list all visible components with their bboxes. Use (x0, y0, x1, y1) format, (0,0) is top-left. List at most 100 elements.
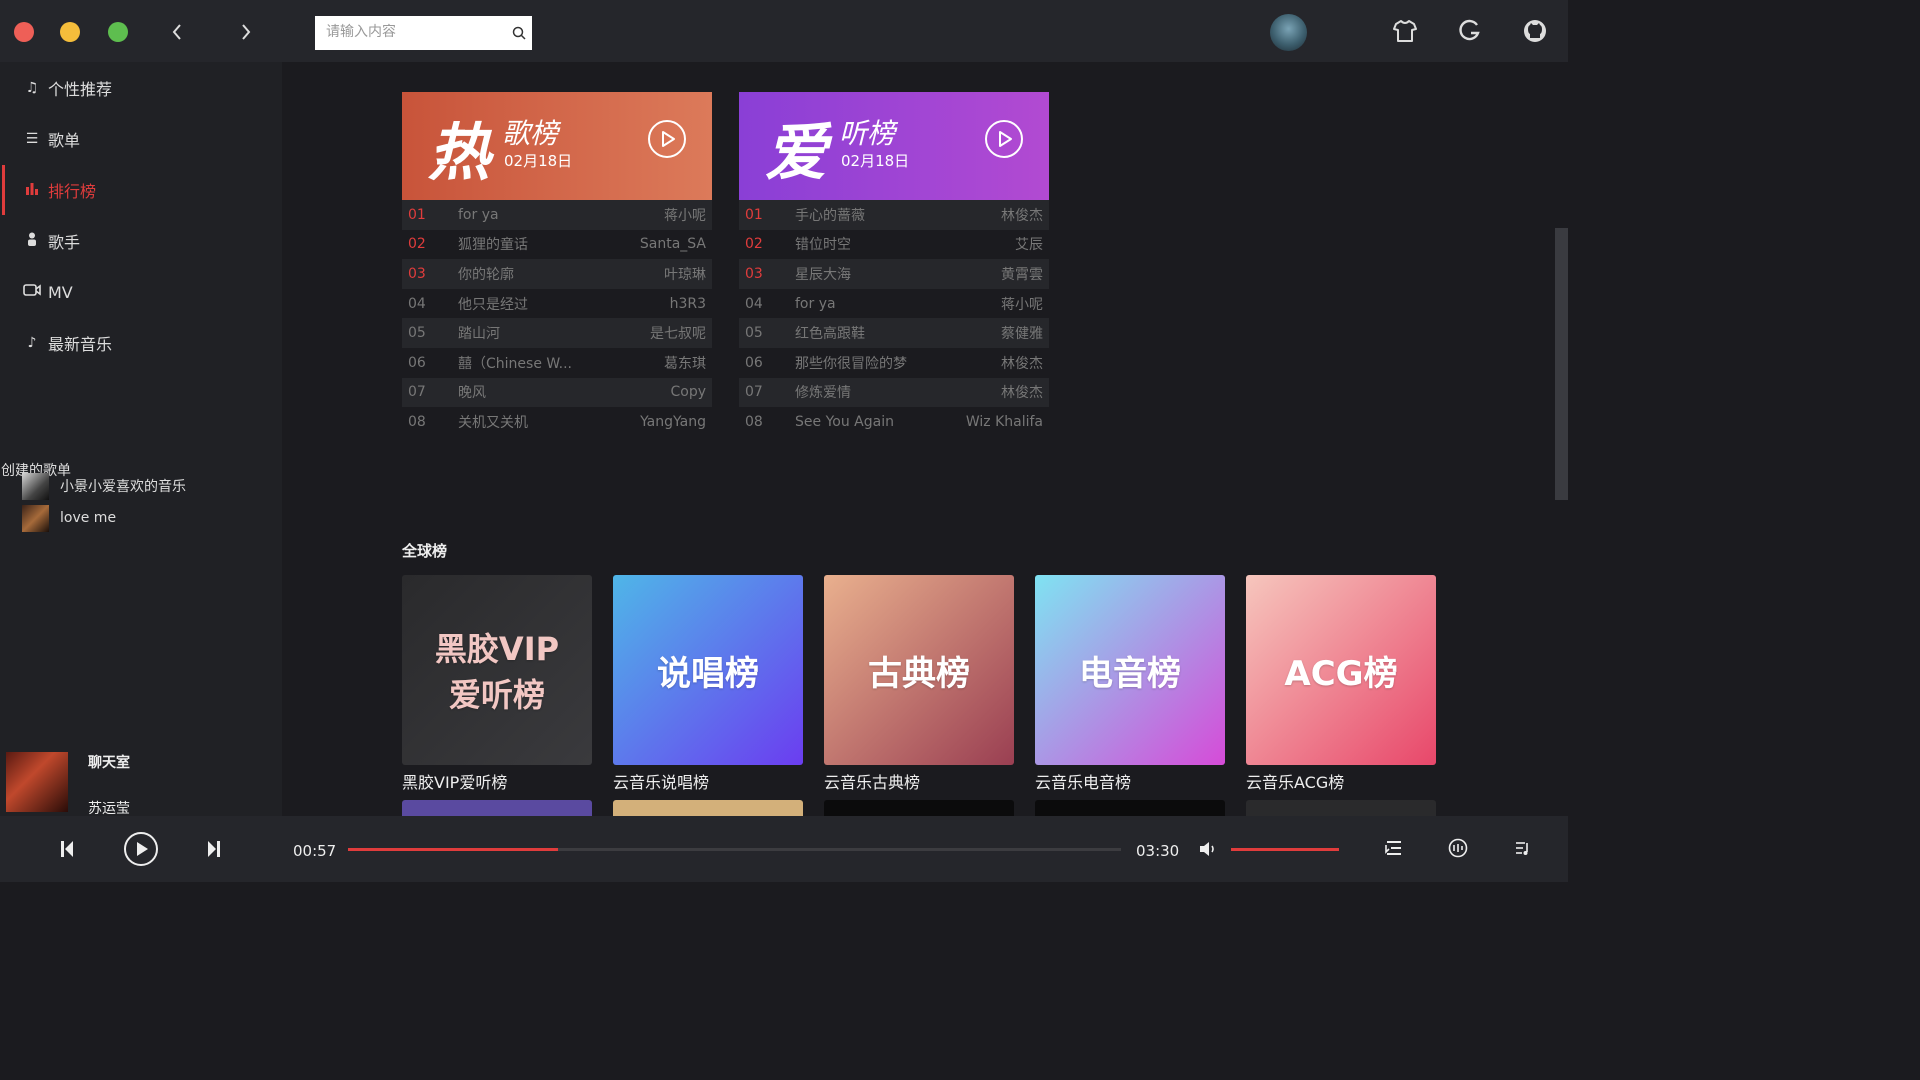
song-name: 晚风 (458, 385, 486, 402)
song-row[interactable]: 03 星辰大海 黄霄雲 (739, 259, 1049, 289)
search-box (315, 16, 532, 50)
song-rank: 07 (408, 384, 426, 401)
next-button[interactable] (205, 838, 223, 864)
global-chart-tile[interactable] (1246, 800, 1436, 816)
sidebar-item-label: 个性推荐 (48, 80, 113, 99)
song-row[interactable]: 05 踏山河 是七叔呢 (402, 318, 712, 348)
global-chart-tile[interactable]: 电音榜 (1035, 575, 1225, 765)
song-row[interactable]: 08 关机又关机 YangYang (402, 407, 712, 437)
song-row[interactable]: 08 See You Again Wiz Khalifa (739, 407, 1049, 437)
playlist-queue-button[interactable] (1514, 839, 1532, 861)
global-chart-label[interactable]: 云音乐ACG榜 (1246, 769, 1344, 793)
sidebar-item-playlists[interactable]: ☰ 歌单 (0, 119, 282, 159)
chart-play-button[interactable] (985, 120, 1023, 158)
song-row[interactable]: 04 他只是经过 h3R3 (402, 289, 712, 319)
song-rank: 02 (745, 236, 763, 253)
minimize-window-button[interactable] (60, 22, 80, 42)
chart-bar-icon (22, 181, 42, 199)
play-pause-button[interactable] (123, 831, 159, 871)
sidebar-item-artists[interactable]: 歌手 (0, 221, 282, 261)
progress-fill[interactable] (348, 848, 559, 851)
sidebar-item-label: 歌手 (48, 233, 81, 252)
global-chart-tile[interactable] (824, 800, 1014, 816)
user-avatar[interactable] (1270, 14, 1307, 51)
chart-play-button[interactable] (648, 120, 686, 158)
sidebar-item-label: 最新音乐 (48, 335, 113, 354)
now-playing-cover[interactable] (6, 752, 68, 812)
play-mode-button[interactable] (1383, 838, 1403, 862)
song-rank: 04 (408, 295, 426, 312)
main-scrollbar[interactable] (1555, 228, 1568, 500)
github-button[interactable] (1522, 18, 1548, 44)
global-chart-tile[interactable] (402, 800, 592, 816)
song-name: 关机又关机 (458, 414, 528, 431)
global-chart-tile[interactable] (1035, 800, 1225, 816)
song-rank: 03 (408, 265, 426, 282)
sidebar-item-mv[interactable]: MV (0, 272, 282, 312)
song-row[interactable]: 01 手心的蔷薇 林俊杰 (739, 200, 1049, 230)
now-playing-artist[interactable]: 苏运莹 (88, 798, 130, 818)
song-row[interactable]: 06 囍（Chinese W... 葛东琪 (402, 348, 712, 378)
chevron-left-icon (172, 24, 181, 40)
song-row[interactable]: 03 你的轮廓 叶琼琳 (402, 259, 712, 289)
global-chart-tile[interactable]: 黑胶VIP 爱听榜 (402, 575, 592, 765)
song-row[interactable]: 01 for ya 蒋小呢 (402, 200, 712, 230)
chart-header[interactable]: 爱 听榜 02月18日 (739, 92, 1049, 200)
song-name: 手心的蔷薇 (795, 207, 865, 224)
sidebar-item-new-music[interactable]: ♪ 最新音乐 (0, 323, 282, 363)
global-chart-label[interactable]: 黑胶VIP爱听榜 (402, 769, 507, 793)
volume-fill[interactable] (1231, 848, 1339, 851)
google-button[interactable] (1457, 18, 1483, 44)
forward-button[interactable] (236, 20, 256, 44)
global-chart-tile[interactable]: 说唱榜 (613, 575, 803, 765)
global-chart-label[interactable]: 云音乐说唱榜 (613, 769, 709, 793)
song-rank: 05 (745, 325, 763, 342)
song-artist: Santa_SA (639, 236, 706, 253)
song-name: 狐狸的童话 (458, 237, 528, 254)
global-chart-tile[interactable] (613, 800, 803, 816)
chart-song-list: 01 手心的蔷薇 林俊杰 02 错位时空 艾辰 03 星辰大海 黄霄雲 04 for ya 蒋小呢 05… (739, 200, 1049, 437)
song-row[interactable]: 02 狐狸的童话 Santa_SA (402, 230, 712, 260)
search-icon[interactable] (512, 26, 526, 40)
song-row[interactable]: 06 那些你很冒险的梦 林俊杰 (739, 348, 1049, 378)
music-note-icon: ♫ (25, 80, 39, 96)
chart-card-hot: 热 歌榜 02月18日 01 for ya 蒋小呢 02 狐狸的童话 Santa_SA 03… (402, 92, 712, 437)
song-name: 囍（Chinese W... (458, 355, 572, 372)
global-chart-label[interactable]: 云音乐电音榜 (1035, 769, 1131, 793)
sidebar-item-charts[interactable]: 排行榜 (0, 165, 282, 215)
play-icon (999, 131, 1012, 147)
song-artist: 蔡健雅 (1001, 326, 1043, 343)
song-name: 踏山河 (458, 326, 500, 343)
global-chart-tile[interactable]: ACG榜 (1246, 575, 1436, 765)
skin-button[interactable] (1392, 18, 1418, 44)
song-rank: 01 (408, 206, 426, 223)
back-button[interactable] (167, 20, 187, 44)
song-artist: h3R3 (669, 295, 706, 312)
song-rank: 04 (745, 295, 763, 312)
chart-header[interactable]: 热 歌榜 02月18日 (402, 92, 712, 200)
song-rank: 06 (745, 354, 763, 371)
global-chart-tile[interactable]: 古典榜 (824, 575, 1014, 765)
list-order-icon (1385, 841, 1401, 855)
current-time: 00:57 (293, 842, 337, 860)
maximize-window-button[interactable] (108, 22, 128, 42)
search-input[interactable] (315, 16, 506, 48)
song-artist: Wiz Khalifa (965, 413, 1043, 430)
song-row[interactable]: 02 错位时空 艾辰 (739, 230, 1049, 260)
sound-effect-button[interactable] (1448, 838, 1468, 862)
playlist-item[interactable]: love me (22, 504, 282, 532)
previous-button[interactable] (58, 838, 76, 864)
song-row[interactable]: 05 红色高跟鞋 蔡健雅 (739, 318, 1049, 348)
close-window-button[interactable] (14, 22, 34, 42)
song-row[interactable]: 07 晚风 Copy (402, 377, 712, 408)
global-chart-label[interactable]: 云音乐古典榜 (824, 769, 920, 793)
volume-button[interactable] (1198, 840, 1218, 862)
song-row[interactable]: 07 修炼爱情 林俊杰 (739, 377, 1049, 408)
sidebar-item-recommend[interactable]: ♫ 个性推荐 (0, 68, 282, 108)
song-name: 修炼爱情 (795, 385, 851, 402)
song-row[interactable]: 04 for ya 蒋小呢 (739, 289, 1049, 319)
top-bar (0, 0, 1568, 62)
previous-icon (61, 841, 73, 857)
playlist-item[interactable]: 小景小爱喜欢的音乐 (22, 472, 282, 500)
now-playing-title[interactable]: 聊天室 (88, 752, 130, 772)
